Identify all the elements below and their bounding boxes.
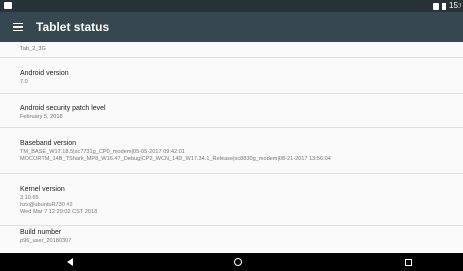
item-title: Baseband version: [20, 140, 77, 147]
item-title: Android version: [20, 70, 69, 77]
item-title: Android security patch level: [20, 105, 106, 112]
status-indicators: 15:0: [433, 0, 461, 12]
hamburger-menu-icon[interactable]: [0, 12, 36, 42]
recent-apps-icon[interactable]: [398, 253, 418, 271]
status-time: 15:0: [449, 1, 461, 10]
item-value: Wed Mar 7 12:29:02 CST 2018: [20, 209, 98, 215]
settings-list[interactable]: Tab_2_3G Android version 7.0 Android sec…: [0, 42, 463, 253]
status-bar: 15:0: [0, 0, 463, 12]
item-value: p96_user_20180307: [20, 238, 72, 244]
page-title: Tablet status: [36, 20, 110, 34]
app-bar: Tablet status: [0, 12, 463, 42]
list-item-model[interactable]: Tab_2_3G: [0, 42, 463, 58]
item-value: hzx@ubuntuR730 #2: [20, 202, 73, 208]
list-item-baseband[interactable]: Baseband version TM_BASE_W17.18.5|sc7731…: [0, 128, 463, 174]
item-value: Tab_2_3G: [20, 46, 46, 52]
list-item-android-version[interactable]: Android version 7.0: [0, 58, 463, 94]
list-item-kernel[interactable]: Kernel version 3.10.65 hzx@ubuntuR730 #2…: [0, 174, 463, 226]
item-value: February 5, 2018: [20, 114, 63, 120]
navigation-bar: [0, 253, 463, 271]
item-value: MOCORTM_14B_TShark_MP8_W16.47_Debug|CP2_…: [20, 156, 331, 162]
item-title: Build number: [20, 229, 62, 236]
notification-icon: [4, 2, 12, 9]
back-icon[interactable]: [60, 253, 80, 271]
item-value: 3.10.65: [20, 195, 39, 201]
home-icon[interactable]: [228, 253, 248, 271]
list-item-build[interactable]: Build number p96_user_20180307: [0, 226, 463, 253]
signal-icon: [433, 2, 439, 10]
battery-icon: [442, 2, 446, 10]
list-item-security-patch[interactable]: Android security patch level February 5,…: [0, 94, 463, 128]
item-title: Kernel version: [20, 186, 65, 193]
item-value: TM_BASE_W17.18.5|sc7731g_CP0_modem|05-05…: [20, 149, 185, 155]
item-value: 7.0: [20, 79, 28, 85]
